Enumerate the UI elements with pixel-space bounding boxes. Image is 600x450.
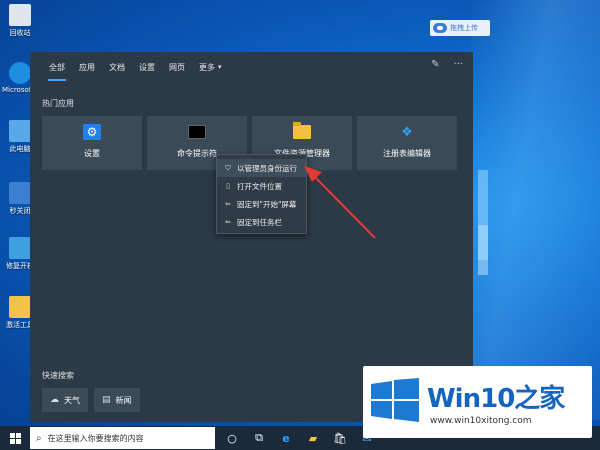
watermark-title-left: Win10 [427, 384, 515, 414]
news-icon: ▤ [102, 395, 111, 405]
tab-label: 网页 [169, 62, 185, 72]
watermark-title: Win10之家 [427, 378, 565, 415]
search-icon: ⌕ [36, 432, 42, 444]
store-icon[interactable]: 🛍 [333, 431, 347, 445]
watermark-title-right: 之家 [514, 384, 565, 414]
cortana-icon[interactable]: ○ [225, 431, 239, 445]
quick-search-weather[interactable]: ☁ 天气 [42, 388, 88, 412]
search-placeholder: 在这里输入你要搜索的内容 [47, 433, 144, 443]
menu-item-open-file-location[interactable]: ▯ 打开文件位置 [217, 177, 306, 195]
recycle-bin-icon [9, 4, 31, 26]
wallpaper-light-streak [478, 225, 488, 275]
menu-item-label: 以管理员身份运行 [237, 163, 297, 173]
chevron-down-icon: ▾ [218, 63, 222, 71]
tab-label: 文档 [109, 62, 125, 72]
weather-icon: ☁ [50, 395, 59, 405]
explorer-icon[interactable]: ▰ [306, 431, 320, 445]
tab-more[interactable]: 更多 ▾ [192, 52, 229, 82]
cloud-icon [433, 23, 447, 33]
repair-tool-icon [9, 237, 31, 259]
feedback-icon[interactable]: ✎ [431, 59, 439, 70]
chip-label: 天气 [64, 395, 80, 405]
ellipsis-icon[interactable]: ··· [453, 59, 463, 70]
menu-item-label: 打开文件位置 [237, 181, 282, 191]
menu-item-pin-to-start[interactable]: ⇐ 固定到"开始"屏幕 [217, 195, 306, 213]
taskbar-search-box[interactable]: ⌕ 在这里输入你要搜索的内容 [30, 427, 215, 449]
desktop-icon-recycle-bin[interactable]: 回收站 [2, 4, 38, 38]
app-tile-regedit[interactable]: ❖ 注册表编辑器 [357, 116, 457, 170]
tab-documents[interactable]: 文档 [102, 52, 132, 82]
tab-label: 更多 [199, 62, 215, 72]
file-location-icon: ▯ [226, 182, 230, 190]
cloud-upload-label: 拖拽上传 [450, 24, 478, 32]
menu-item-label: 固定到任务栏 [237, 217, 282, 227]
pin-icon: ⇐ [225, 218, 231, 226]
menu-item-label: 固定到"开始"屏幕 [237, 199, 297, 209]
tab-label: 设置 [139, 62, 155, 72]
app-name: 注册表编辑器 [383, 149, 431, 158]
shortcut-icon [9, 182, 31, 204]
quick-search-news[interactable]: ▤ 新闻 [94, 388, 140, 412]
task-view-icon[interactable]: ⧉ [252, 431, 266, 445]
app-name: 设置 [84, 149, 100, 158]
tab-label: 全部 [49, 62, 65, 72]
wallpaper-light-beam [470, 0, 600, 420]
folder-icon [9, 296, 31, 318]
windows-logo-icon [9, 432, 21, 444]
cloud-upload-button[interactable]: 拖拽上传 [430, 20, 490, 36]
menu-item-run-as-admin[interactable]: ⛉ 以管理员身份运行 [217, 159, 306, 177]
quick-search-title: 快速搜索 [42, 371, 74, 380]
edge-icon[interactable]: e [279, 431, 293, 445]
app-tile-settings[interactable]: ⚙ 设置 [42, 116, 142, 170]
tab-web[interactable]: 网页 [162, 52, 192, 82]
edge-icon [9, 62, 31, 84]
gear-icon: ⚙ [83, 124, 101, 140]
start-button[interactable] [0, 426, 30, 450]
watermark-url: www.win10xitong.com [430, 416, 532, 426]
win10-logo-icon [371, 378, 419, 422]
search-tabs: 全部 应用 文档 设置 网页 更多 ▾ ✎ ··· [30, 52, 473, 82]
hot-apps-title: 热门应用 [42, 99, 74, 108]
pin-icon: ⇐ [225, 200, 231, 208]
menu-item-pin-to-taskbar[interactable]: ⇐ 固定到任务栏 [217, 213, 306, 231]
tab-all[interactable]: 全部 [42, 52, 72, 82]
app-name: 命令提示符 [177, 149, 217, 158]
regedit-icon: ❖ [401, 124, 413, 140]
chip-label: 新闻 [115, 395, 132, 405]
cmd-icon [188, 125, 206, 139]
quick-search-list: ☁ 天气 ▤ 新闻 [42, 388, 140, 412]
desktop-icon-label: 回收站 [9, 29, 31, 37]
computer-icon [9, 120, 31, 142]
shield-icon: ⛉ [225, 163, 231, 172]
tab-settings[interactable]: 设置 [132, 52, 162, 82]
context-menu: ⛉ 以管理员身份运行 ▯ 打开文件位置 ⇐ 固定到"开始"屏幕 ⇐ 固定到任务栏 [216, 154, 307, 234]
watermark-logo: Win10之家 www.win10xitong.com [363, 366, 592, 438]
tab-label: 应用 [79, 62, 95, 72]
tab-apps[interactable]: 应用 [72, 52, 102, 82]
folder-icon [293, 122, 311, 139]
